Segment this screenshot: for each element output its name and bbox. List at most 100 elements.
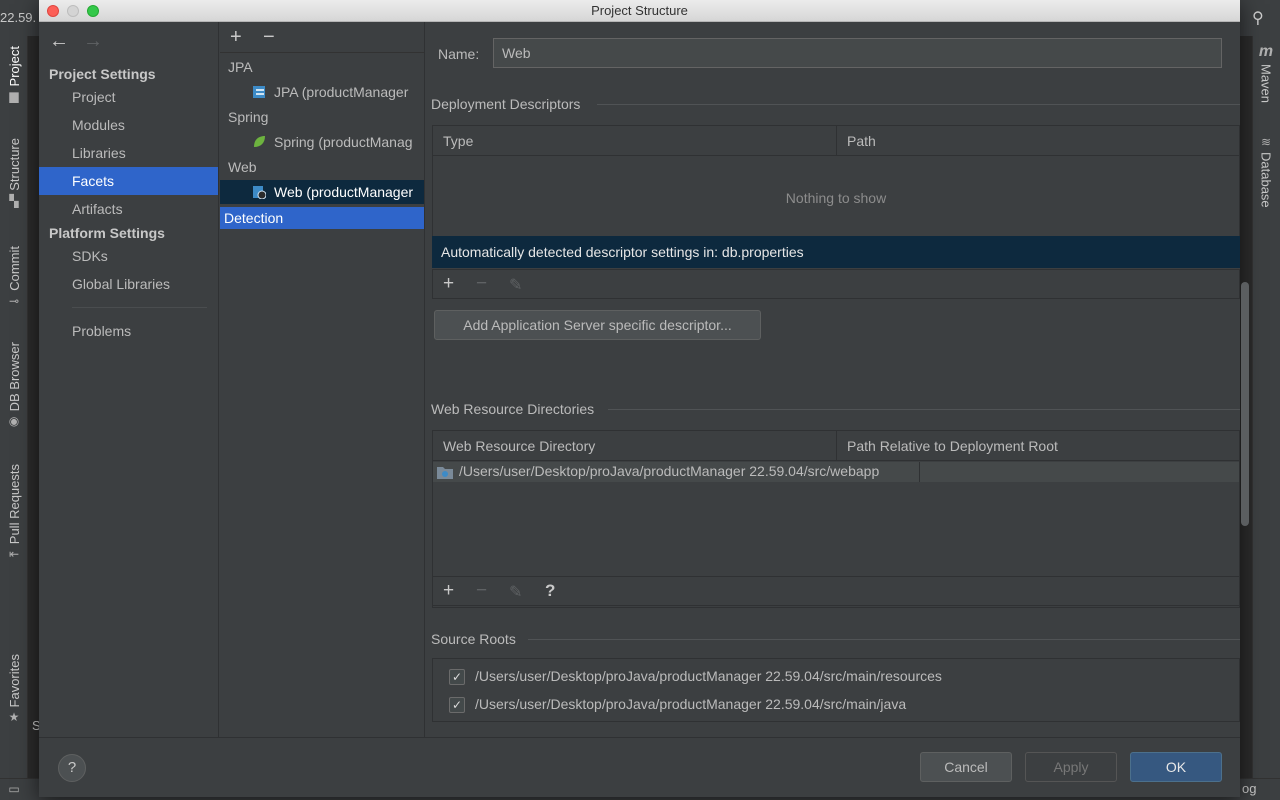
- forward-arrow-icon[interactable]: →: [83, 30, 103, 53]
- table-header: Web Resource Directory Path Relative to …: [433, 431, 1239, 461]
- source-root-path: /Users/user/Desktop/proJava/productManag…: [475, 668, 942, 684]
- add-facet-button[interactable]: +: [230, 26, 242, 49]
- jpa-facet-icon: [253, 86, 265, 98]
- tree-toolbar-divider: [220, 52, 424, 53]
- tool-tab-label: Structure: [6, 138, 22, 191]
- tree-item-web[interactable]: Web (productManager: [220, 180, 424, 204]
- tree-item-spring[interactable]: Spring (productManag: [220, 130, 424, 154]
- remove-descriptor-button[interactable]: −: [476, 273, 487, 295]
- tree-group-web[interactable]: Web: [228, 159, 257, 175]
- layout-icon[interactable]: ▭: [8, 783, 20, 795]
- nav-divider: [72, 307, 207, 308]
- platform-settings-heading: Platform Settings: [49, 225, 165, 241]
- column-type[interactable]: Type: [433, 126, 837, 156]
- edit-web-resource-icon[interactable]: ✎: [509, 582, 522, 602]
- star-icon: ★: [8, 710, 20, 725]
- column-web-resource-directory[interactable]: Web Resource Directory: [433, 431, 837, 461]
- nav-item-modules[interactable]: Modules: [39, 111, 218, 139]
- nav-item-problems[interactable]: Problems: [39, 317, 218, 345]
- tool-tab-structure[interactable]: Structure ▚: [4, 138, 24, 207]
- project-structure-dialog: Project Structure ← → Project Settings P…: [39, 0, 1249, 797]
- web-resource-directory-cell: /Users/user/Desktop/proJava/productManag…: [459, 463, 880, 479]
- tool-tab-label: DB Browser: [6, 342, 22, 412]
- web-facet-icon: [253, 186, 266, 199]
- remove-facet-button[interactable]: −: [263, 26, 275, 49]
- section-divider: [597, 104, 1240, 105]
- tool-tab-maven[interactable]: m Maven: [1256, 43, 1276, 104]
- section-divider: [528, 639, 1240, 640]
- settings-nav: ← → Project Settings Project Modules Lib…: [39, 22, 219, 737]
- nav-item-facets[interactable]: Facets: [39, 167, 218, 195]
- help-icon[interactable]: ?: [545, 581, 555, 601]
- tool-tab-commit[interactable]: Commit ⊸: [4, 246, 24, 307]
- tree-item-label: Spring (productManag: [274, 134, 413, 150]
- table-row[interactable]: /Users/user/Desktop/proJava/productManag…: [433, 462, 1239, 482]
- commit-icon: ⊸: [8, 293, 20, 308]
- column-path-relative[interactable]: Path Relative to Deployment Root: [837, 431, 1239, 461]
- spring-leaf-icon: [254, 136, 265, 147]
- edit-descriptor-icon[interactable]: ✎: [509, 275, 522, 295]
- dialog-title: Project Structure: [591, 3, 688, 18]
- list-item[interactable]: ✓ /Users/user/Desktop/proJava/productMan…: [433, 663, 1239, 691]
- add-web-resource-button[interactable]: +: [443, 580, 454, 602]
- ide-partial-status: og: [1242, 781, 1257, 796]
- tree-item-detection[interactable]: Detection: [220, 207, 424, 229]
- apply-button[interactable]: Apply: [1025, 752, 1117, 782]
- nav-item-global-libraries[interactable]: Global Libraries: [39, 270, 218, 298]
- empty-table-message: Nothing to show: [785, 190, 887, 206]
- tool-tab-database[interactable]: ≋ Database: [1256, 136, 1276, 208]
- nav-item-sdks[interactable]: SDKs: [39, 242, 218, 270]
- tree-group-jpa[interactable]: JPA: [228, 59, 253, 75]
- tree-item-jpa[interactable]: JPA (productManager: [220, 80, 424, 104]
- structure-icon: ▚: [9, 193, 19, 208]
- facet-name-input[interactable]: Web: [493, 38, 1222, 68]
- section-divider: [608, 409, 1240, 410]
- tool-tab-project[interactable]: Project ▆: [4, 46, 24, 102]
- column-path[interactable]: Path: [837, 126, 1239, 156]
- cancel-button[interactable]: Cancel: [920, 752, 1012, 782]
- zoom-window-button[interactable]: [87, 5, 99, 17]
- source-roots-title: Source Roots: [431, 631, 516, 647]
- tool-tab-pull-requests[interactable]: Pull Requests ⇤: [4, 464, 24, 560]
- search-icon[interactable]: ⚲: [1252, 8, 1264, 28]
- detected-descriptor-notice[interactable]: Automatically detected descriptor settin…: [432, 236, 1240, 268]
- remove-web-resource-button[interactable]: −: [476, 580, 487, 602]
- source-roots-list: ✓ /Users/user/Desktop/proJava/productMan…: [432, 658, 1240, 722]
- tree-item-label: Web (productManager: [274, 184, 414, 200]
- nav-item-artifacts[interactable]: Artifacts: [39, 195, 218, 223]
- list-item[interactable]: ✓ /Users/user/Desktop/proJava/productMan…: [433, 691, 1239, 719]
- close-window-button[interactable]: [47, 5, 59, 17]
- help-button[interactable]: ?: [58, 754, 86, 782]
- back-arrow-icon[interactable]: ←: [49, 30, 69, 53]
- tool-tab-db-browser[interactable]: DB Browser ◉: [4, 342, 24, 427]
- name-label: Name:: [438, 46, 480, 62]
- content-scrollbar[interactable]: [1241, 282, 1249, 526]
- tree-item-label: Detection: [224, 210, 284, 226]
- deployment-descriptors-table: Type Path Nothing to show: [432, 125, 1240, 237]
- add-server-descriptor-button[interactable]: Add Application Server specific descript…: [434, 310, 761, 340]
- minimize-window-button[interactable]: [67, 5, 79, 17]
- web-resource-toolbar: + − ✎ ?: [432, 576, 1240, 606]
- ok-button[interactable]: OK: [1130, 752, 1222, 782]
- tool-tab-favorites[interactable]: Favorites ★: [4, 654, 24, 723]
- maven-icon: m: [1258, 43, 1274, 60]
- source-root-checkbox[interactable]: ✓: [449, 669, 465, 685]
- tree-group-spring[interactable]: Spring: [228, 109, 268, 125]
- web-folder-icon: [437, 467, 453, 479]
- folder-icon: ▆: [9, 89, 19, 104]
- web-resource-directories-title: Web Resource Directories: [431, 401, 595, 417]
- tool-tab-label: Database: [1258, 152, 1274, 208]
- nav-item-libraries[interactable]: Libraries: [39, 139, 218, 167]
- database-icon: ≋: [1260, 135, 1272, 149]
- nav-item-project[interactable]: Project: [39, 83, 218, 111]
- descriptor-toolbar: + − ✎: [432, 269, 1240, 299]
- facet-settings-panel: Name: Web Deployment Descriptors Type Pa…: [425, 22, 1240, 737]
- dialog-button-bar: ? Cancel Apply OK: [39, 737, 1240, 797]
- deployment-descriptors-title: Deployment Descriptors: [431, 96, 581, 112]
- db-browser-icon: ◉: [8, 414, 20, 429]
- tool-tab-label: Pull Requests: [6, 464, 22, 545]
- facets-tree: + − JPA JPA (productManager Spring Sprin…: [220, 22, 425, 737]
- add-descriptor-button[interactable]: +: [443, 273, 454, 295]
- source-root-checkbox[interactable]: ✓: [449, 697, 465, 713]
- tool-tab-label: Project: [6, 46, 22, 87]
